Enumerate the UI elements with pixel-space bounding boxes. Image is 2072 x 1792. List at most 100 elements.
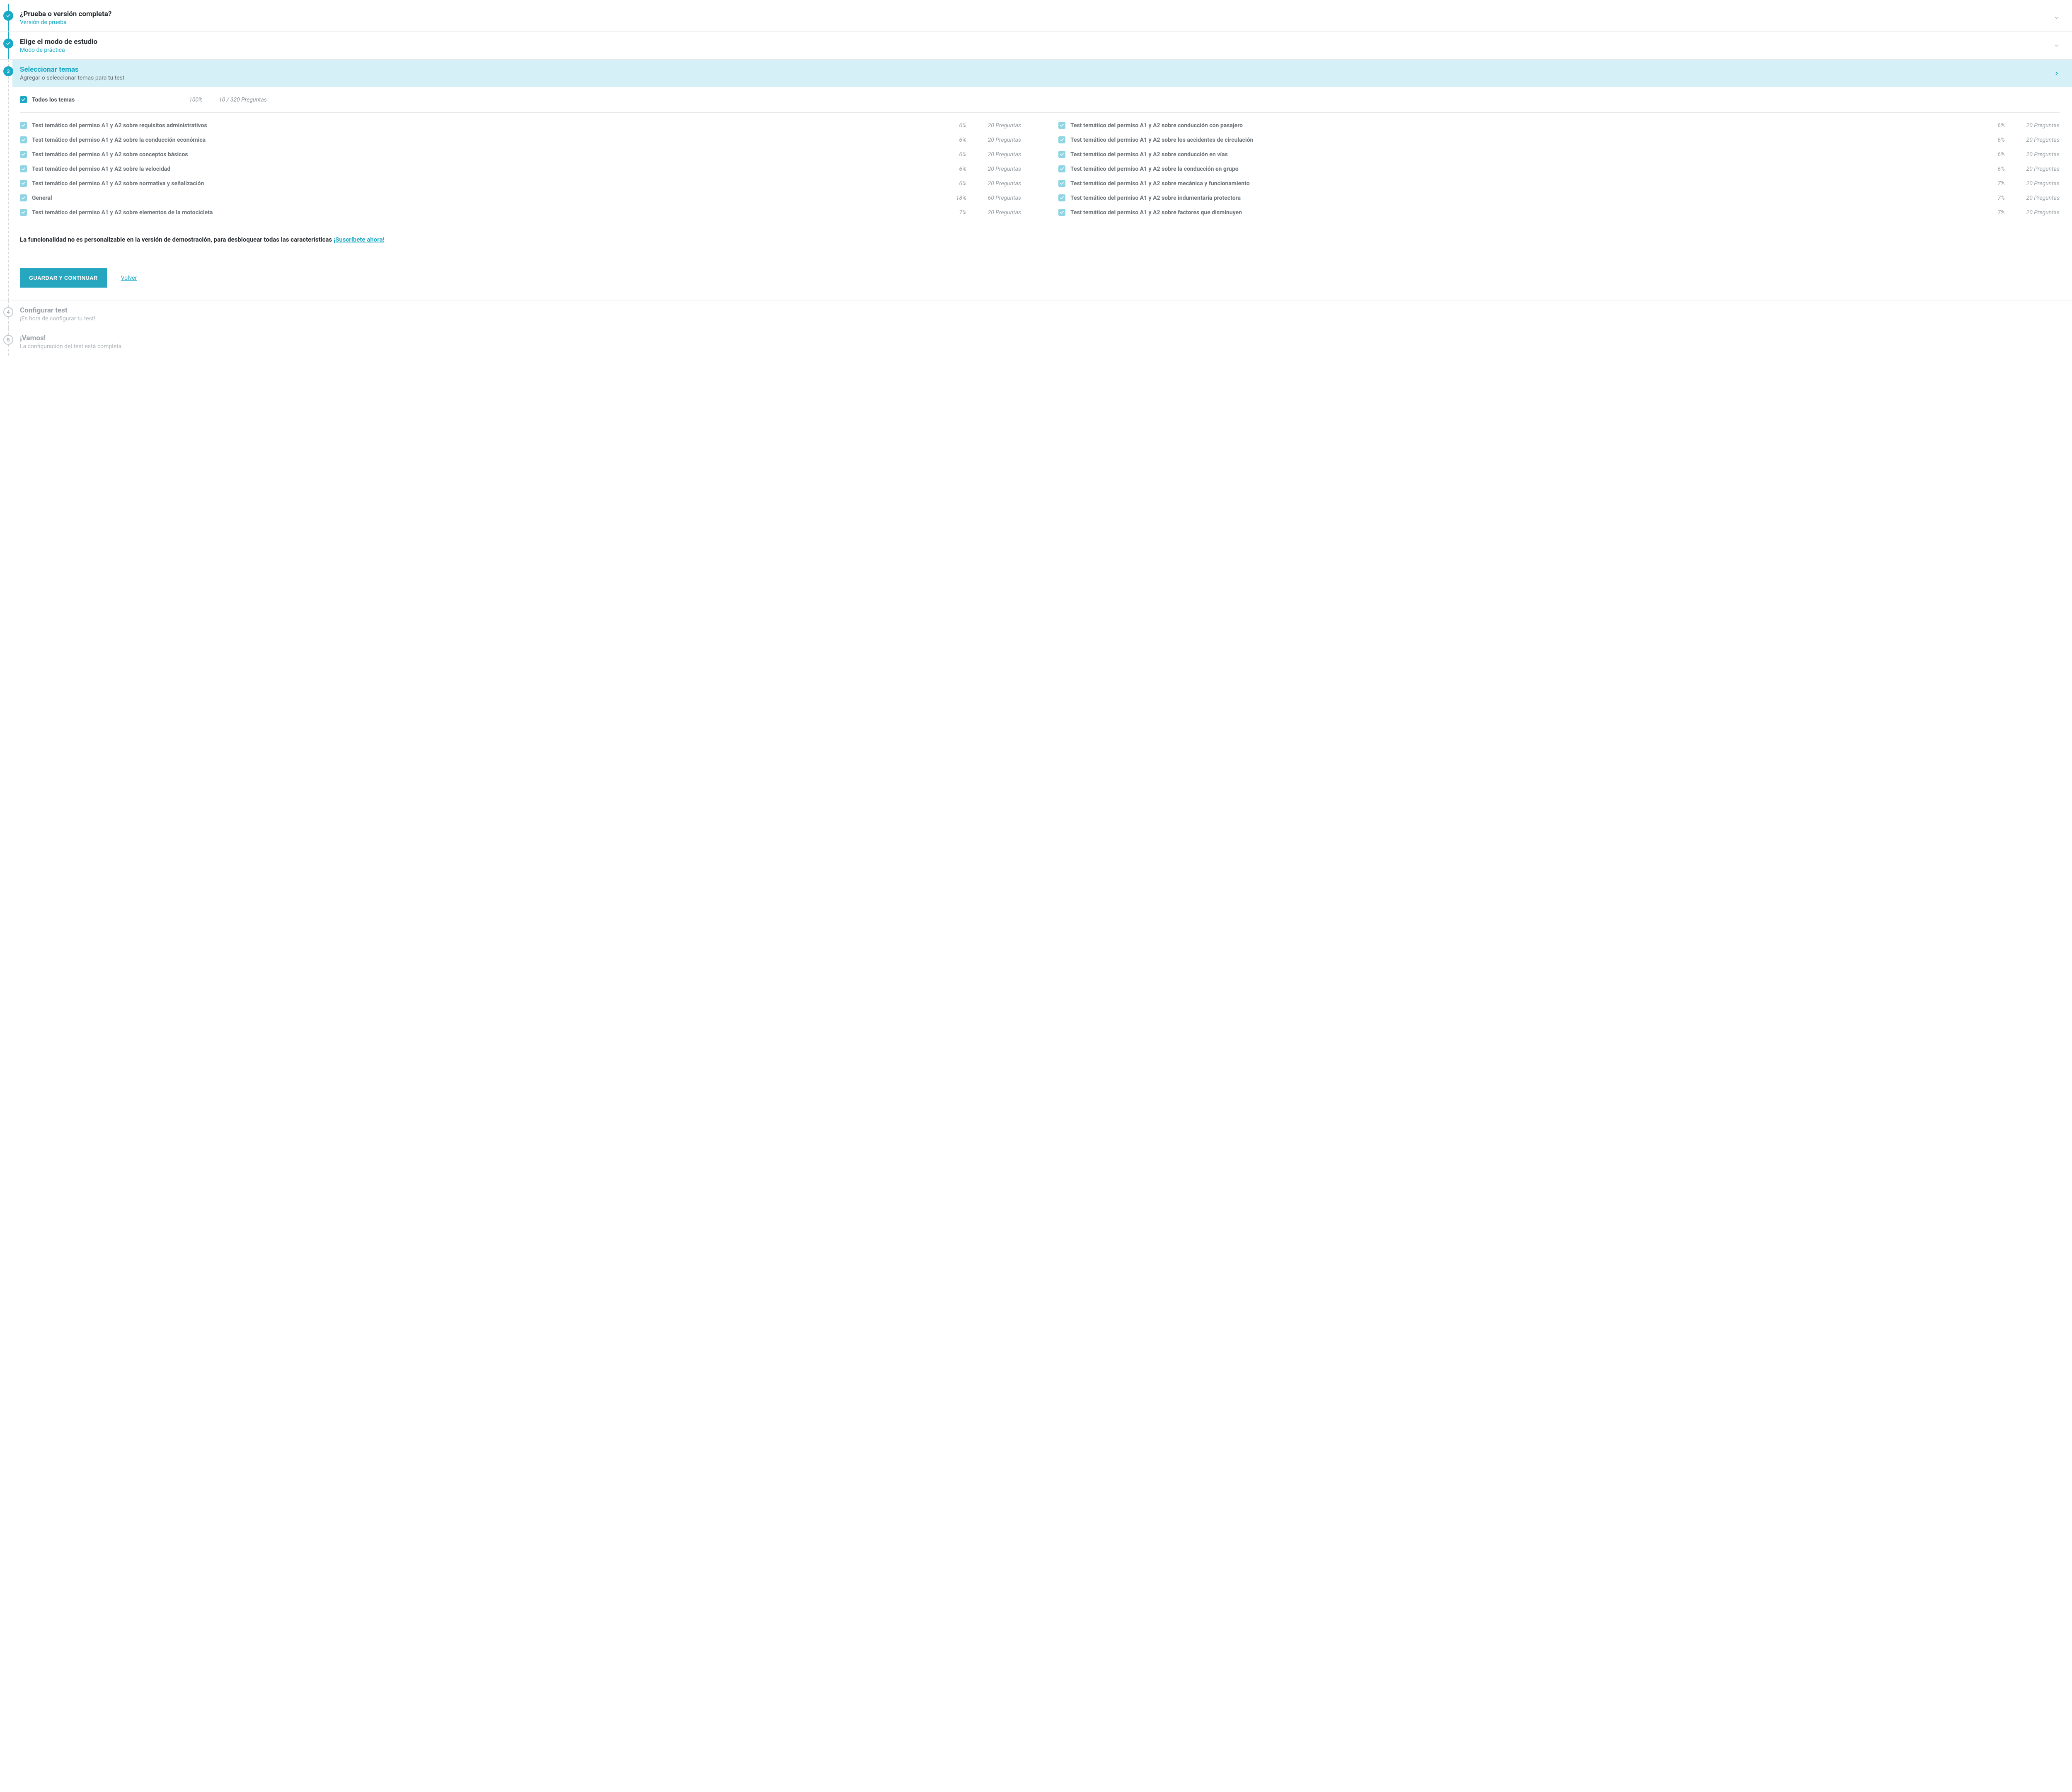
- checkbox-topic[interactable]: [20, 136, 27, 143]
- topic-percent: 6%: [950, 137, 966, 143]
- check-icon: [1060, 123, 1064, 128]
- topic-row: Test temático del permiso A1 y A2 sobre …: [1058, 136, 2060, 143]
- step-header[interactable]: Configurar test ¡Es hora de configurar t…: [20, 300, 2072, 328]
- check-icon: [6, 13, 11, 18]
- step-badge-pending: 4: [3, 307, 13, 317]
- topic-questions: 20 Preguntas: [2010, 151, 2060, 158]
- check-icon: [1060, 152, 1064, 157]
- topic-questions: 20 Preguntas: [2010, 122, 2060, 129]
- all-topics-questions: 10 / 320 Preguntas: [208, 97, 278, 103]
- topic-percent: 6%: [950, 122, 966, 129]
- checkbox-topic[interactable]: [1058, 165, 1065, 172]
- checkbox-topic[interactable]: [20, 122, 27, 129]
- check-icon: [21, 196, 26, 200]
- topic-label: Test temático del permiso A1 y A2 sobre …: [1070, 137, 1983, 143]
- check-icon: [1060, 210, 1064, 215]
- topic-row: Test temático del permiso A1 y A2 sobre …: [20, 122, 1021, 129]
- step-start: 5 ¡Vamos! La configuración del test está…: [0, 328, 2072, 356]
- topic-percent: 6%: [1988, 151, 2005, 158]
- topic-row: General18%60 Preguntas: [20, 194, 1021, 201]
- topic-label: General: [32, 195, 945, 201]
- check-icon: [21, 167, 26, 171]
- checkbox-topic[interactable]: [20, 151, 27, 158]
- topic-questions: 20 Preguntas: [971, 151, 1021, 158]
- topic-questions: 20 Preguntas: [2010, 166, 2060, 172]
- check-icon: [21, 97, 26, 102]
- topic-label: Test temático del permiso A1 y A2 sobre …: [1070, 180, 1983, 187]
- topic-questions: 20 Preguntas: [2010, 195, 2060, 201]
- chevron-down-icon: [2054, 15, 2060, 21]
- topic-row: Test temático del permiso A1 y A2 sobre …: [1058, 180, 2060, 187]
- step-subtitle: Versión de prueba: [20, 19, 111, 26]
- topic-percent: 6%: [1988, 137, 2005, 143]
- topic-label: Test temático del permiso A1 y A2 sobre …: [1070, 195, 1983, 201]
- back-link[interactable]: Volver: [121, 275, 137, 281]
- checkbox-topic[interactable]: [1058, 194, 1065, 201]
- checkbox-topic[interactable]: [20, 180, 27, 187]
- checkbox-topic[interactable]: [20, 165, 27, 172]
- topic-label: Test temático del permiso A1 y A2 sobre …: [32, 209, 945, 216]
- step-subtitle: ¡Es hora de configurar tu test!: [20, 315, 95, 322]
- topic-row: Test temático del permiso A1 y A2 sobre …: [20, 136, 1021, 143]
- step-badge-done: [3, 39, 13, 48]
- step-study-mode: Elige el modo de estudio Modo de práctic…: [0, 31, 2072, 59]
- topic-row: Test temático del permiso A1 y A2 sobre …: [1058, 165, 2060, 172]
- topic-label: Test temático del permiso A1 y A2 sobre …: [32, 151, 945, 158]
- step-header[interactable]: Elige el modo de estudio Modo de práctic…: [20, 32, 2072, 59]
- topic-percent: 6%: [950, 166, 966, 172]
- check-icon: [1060, 181, 1064, 186]
- step-title: ¡Vamos!: [20, 334, 121, 342]
- step-badge-done: [3, 11, 13, 21]
- step-header[interactable]: ¡Vamos! La configuración del test está c…: [20, 328, 2072, 356]
- demo-notice: La funcionalidad no es personalizable en…: [20, 236, 2060, 243]
- topic-label: Test temático del permiso A1 y A2 sobre …: [32, 180, 945, 187]
- topic-row: Test temático del permiso A1 y A2 sobre …: [20, 151, 1021, 158]
- step-badge-active: 3: [3, 66, 13, 76]
- topic-percent: 18%: [950, 195, 966, 201]
- checkbox-topic[interactable]: [20, 194, 27, 201]
- topic-row: Test temático del permiso A1 y A2 sobre …: [20, 165, 1021, 172]
- step-title: ¿Prueba o versión completa?: [20, 10, 111, 18]
- topic-row: Test temático del permiso A1 y A2 sobre …: [1058, 151, 2060, 158]
- topic-percent: 6%: [1988, 166, 2005, 172]
- save-continue-button[interactable]: GUARDAR Y CONTINUAR: [20, 268, 107, 288]
- check-icon: [1060, 196, 1064, 200]
- topic-questions: 20 Preguntas: [2010, 209, 2060, 216]
- checkbox-topic[interactable]: [1058, 209, 1065, 216]
- topic-questions: 20 Preguntas: [2010, 137, 2060, 143]
- step-body: Todos los temas 100% 10 / 320 Preguntas …: [20, 87, 2072, 300]
- step-number: 5: [7, 337, 10, 343]
- checkbox-topic[interactable]: [1058, 151, 1065, 158]
- all-topics-row: Todos los temas 100% 10 / 320 Preguntas: [20, 96, 2060, 113]
- step-trial-or-full: ¿Prueba o versión completa? Versión de p…: [0, 4, 2072, 31]
- check-icon: [21, 138, 26, 142]
- checkbox-topic[interactable]: [20, 209, 27, 216]
- chevron-right-icon: [2054, 70, 2060, 76]
- step-select-topics: 3 Seleccionar temas Agregar o selecciona…: [0, 59, 2072, 300]
- step-title: Configurar test: [20, 306, 95, 315]
- all-topics-percent: 100%: [174, 97, 203, 103]
- check-icon: [21, 181, 26, 186]
- topics-grid: Test temático del permiso A1 y A2 sobre …: [20, 113, 2060, 216]
- topic-percent: 6%: [1988, 122, 2005, 129]
- topic-questions: 20 Preguntas: [971, 166, 1021, 172]
- all-topics-label: Todos los temas: [32, 97, 169, 103]
- topic-percent: 7%: [1988, 180, 2005, 187]
- topic-row: Test temático del permiso A1 y A2 sobre …: [20, 209, 1021, 216]
- notice-text: La funcionalidad no es personalizable en…: [20, 236, 334, 243]
- topic-label: Test temático del permiso A1 y A2 sobre …: [32, 137, 945, 143]
- wizard: ¿Prueba o versión completa? Versión de p…: [0, 0, 2072, 372]
- checkbox-all-topics[interactable]: [20, 96, 27, 103]
- topic-percent: 6%: [950, 180, 966, 187]
- checkbox-topic[interactable]: [1058, 180, 1065, 187]
- topic-label: Test temático del permiso A1 y A2 sobre …: [1070, 122, 1983, 129]
- chevron-down-icon: [2054, 43, 2060, 48]
- checkbox-topic[interactable]: [1058, 122, 1065, 129]
- step-header[interactable]: ¿Prueba o versión completa? Versión de p…: [20, 4, 2072, 31]
- actions-row: GUARDAR Y CONTINUAR Volver: [20, 268, 2060, 288]
- subscribe-link[interactable]: ¡Suscríbete ahora!: [334, 236, 385, 243]
- step-header[interactable]: Seleccionar temas Agregar o seleccionar …: [12, 60, 2072, 87]
- topic-questions: 20 Preguntas: [971, 137, 1021, 143]
- topic-label: Test temático del permiso A1 y A2 sobre …: [1070, 151, 1983, 158]
- checkbox-topic[interactable]: [1058, 136, 1065, 143]
